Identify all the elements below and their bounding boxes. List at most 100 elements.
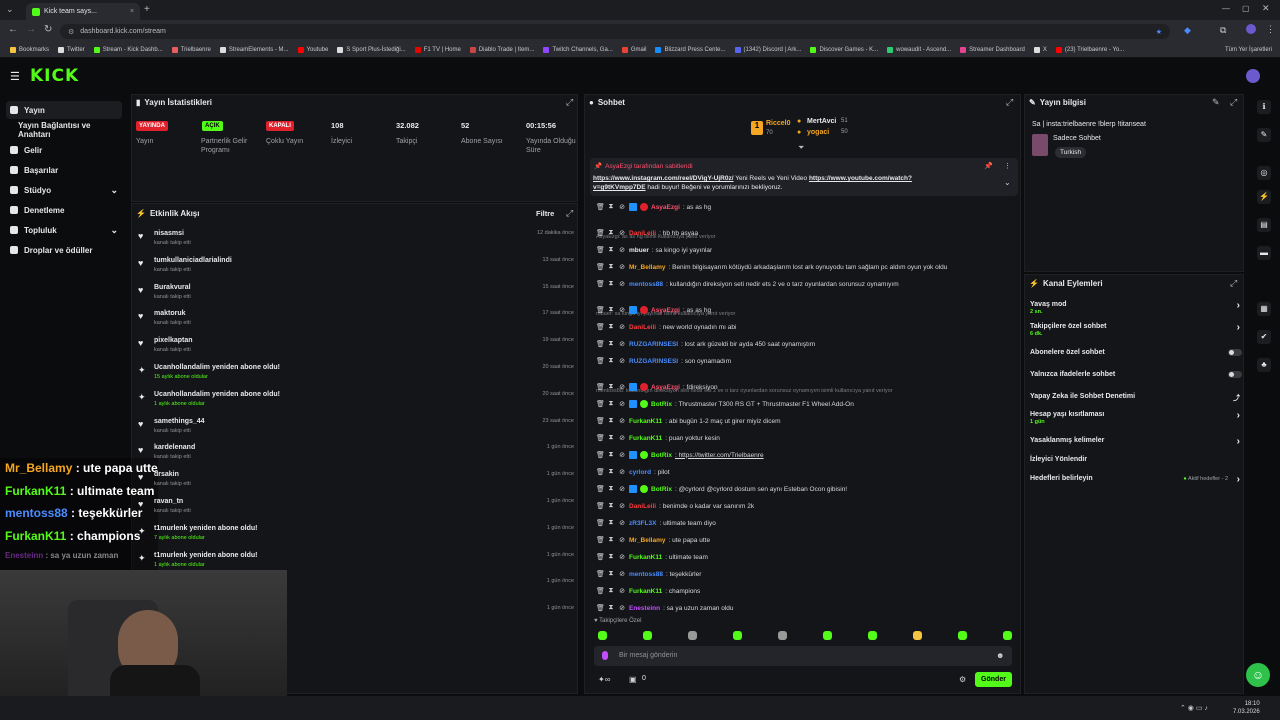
tab-menu-icon[interactable]: ⌄ [6, 4, 14, 15]
chat-username[interactable]: DaniLeili [629, 503, 656, 510]
chat-message[interactable]: 🗑 ⧗ ⊘ AsyaEzgi: as as hg [596, 200, 1016, 214]
timeout-icon[interactable]: ⧗ [607, 485, 615, 493]
chat-message[interactable]: 🗑 ⧗ ⊘ mentoss88: kullandığın direksiyon set… [596, 277, 1016, 291]
ban-icon[interactable]: ⊘ [618, 383, 626, 391]
delete-message-icon[interactable]: 🗑 [596, 357, 605, 365]
sidebar-item[interactable]: Yayın Bağlantısı ve Anahtarı [6, 121, 122, 139]
chat-username[interactable]: AsyaEzgi [651, 307, 680, 314]
delete-message-icon[interactable]: 🗑 [596, 246, 605, 254]
chat-username[interactable]: BotRix [651, 486, 672, 493]
chat-message[interactable]: 🗑 ⧗ ⊘ FurkanK11: ultimate team [596, 550, 1016, 564]
timeout-icon[interactable]: ⧗ [607, 434, 615, 442]
channel-action-row[interactable]: Hesap yaşı kısıtlaması 1 gün › [1030, 410, 1242, 429]
chat-message[interactable]: 🗑 ⧗ ⊘ BotRix: https://twitter.com/Trielbaen… [596, 448, 1016, 462]
chat-message[interactable]: 🗑 ⧗ ⊘ BotRix: Thrustmaster T300 RS GT + Thr… [596, 397, 1016, 411]
grid-icon[interactable]: ▦ [1257, 302, 1271, 316]
chat-message[interactable]: 🗑 ⧗ ⊘ FurkanK11: champions [596, 584, 1016, 598]
chat-username[interactable]: DaniLeili [629, 324, 656, 331]
sidebar-item[interactable]: Başarılar [6, 161, 122, 179]
ban-icon[interactable]: ⊘ [618, 451, 626, 459]
chat-username[interactable]: mentoss88 [629, 571, 663, 578]
hamburger-menu-icon[interactable]: ☰ [10, 70, 20, 83]
ban-icon[interactable]: ⊘ [618, 203, 626, 211]
bookmark-item[interactable]: X [1033, 46, 1047, 53]
bookmark-item[interactable]: Trielbaenre [171, 46, 211, 53]
chat-username[interactable]: FurkanK11 [629, 554, 662, 561]
info-icon[interactable]: ℹ [1257, 100, 1271, 114]
chat-username[interactable]: DaniLeili [629, 230, 656, 237]
reload-icon[interactable]: ↻ [44, 24, 52, 35]
chat-username[interactable]: FurkanK11 [629, 418, 662, 425]
bookmark-item[interactable]: Bookmarks [10, 46, 49, 53]
forward-icon[interactable]: → [26, 24, 36, 35]
delete-message-icon[interactable]: 🗑 [596, 570, 605, 578]
bookmark-item[interactable]: wowaudit - Ascend... [887, 46, 951, 53]
timeout-icon[interactable]: ⧗ [607, 502, 615, 510]
chat-username[interactable]: RUZGARINSESI [629, 358, 678, 365]
ban-icon[interactable]: ⊘ [618, 434, 626, 442]
timeout-icon[interactable]: ⧗ [607, 306, 615, 314]
sidebar-item[interactable]: Yayın [6, 101, 122, 119]
delete-message-icon[interactable]: 🗑 [596, 502, 605, 510]
timeout-icon[interactable]: ⧗ [607, 536, 615, 544]
chat-username[interactable]: Enesteinn [629, 605, 660, 612]
chat-username[interactable]: mentoss88 [629, 281, 663, 288]
chat-username[interactable]: BotRix [651, 401, 672, 408]
timeout-icon[interactable]: ⧗ [607, 340, 615, 348]
chat-message[interactable]: 🗑 ⧗ ⊘ zR3FL3X: ultimate team diyo [596, 516, 1016, 530]
ban-icon[interactable]: ⊘ [618, 417, 626, 425]
sidebar-item[interactable]: Topluluk ⌄ [6, 221, 122, 239]
channel-action-row[interactable]: Takipçilere özel sohbet 6 dk. › [1030, 322, 1242, 341]
timeout-icon[interactable]: ⧗ [607, 203, 615, 211]
delete-message-icon[interactable]: 🗑 [596, 280, 605, 288]
ban-icon[interactable]: ⊘ [618, 357, 626, 365]
unpin-icon[interactable]: 📌 [984, 162, 993, 170]
bookmark-item[interactable]: S Sport Plus-İstediği... [337, 46, 406, 53]
bookmark-item[interactable]: F1 TV | Home [414, 46, 461, 53]
bookmark-item[interactable]: Streamer Dashboard [960, 46, 1025, 53]
emote-icon[interactable] [823, 631, 832, 640]
delete-message-icon[interactable]: 🗑 [596, 468, 605, 476]
channel-action-row[interactable]: Yasaklanmış kelimeler › [1030, 436, 1242, 455]
chat-username[interactable]: AsyaEzgi [651, 204, 680, 211]
pinned-link-instagram[interactable]: https://www.instagram.com/reel/DVigY-UjR… [593, 175, 734, 182]
timeout-icon[interactable]: ⧗ [607, 519, 615, 527]
back-icon[interactable]: ← [8, 24, 18, 35]
pinned-menu-icon[interactable]: ⋮ [1004, 162, 1011, 170]
emote-icon[interactable] [643, 631, 652, 640]
emote-icon[interactable] [598, 631, 607, 640]
extensions-puzzle-icon[interactable]: ⧉ [1220, 25, 1226, 36]
chat-message[interactable]: 🗑 ⧗ ⊘ RUZGARINSESI: lost ark güzeldi bir ay… [596, 337, 1016, 351]
timeout-icon[interactable]: ⧗ [607, 383, 615, 391]
chat-message[interactable]: 🗑 ⧗ ⊘ AsyaEzgi: fdireksiyon [596, 380, 1016, 394]
timeout-icon[interactable]: ⧗ [607, 323, 615, 331]
channel-action-row[interactable]: Yalnızca ifadelerle sohbet [1030, 371, 1242, 389]
ban-icon[interactable]: ⊘ [618, 485, 626, 493]
timeout-icon[interactable]: ⧗ [607, 400, 615, 408]
emote-icon[interactable] [868, 631, 877, 640]
timeout-icon[interactable]: ⧗ [607, 357, 615, 365]
delete-message-icon[interactable]: 🗑 [596, 400, 605, 408]
ban-icon[interactable]: ⊘ [618, 323, 626, 331]
delete-message-icon[interactable]: 🗑 [596, 340, 605, 348]
bookmark-item[interactable]: Diablo Trade | Item... [469, 46, 534, 53]
timeout-icon[interactable]: ⧗ [607, 570, 615, 578]
chat-username[interactable]: Mr_Bellamy [629, 537, 666, 544]
sidebar-item[interactable]: Droplar ve ödüller [6, 241, 122, 259]
ban-icon[interactable]: ⊘ [618, 263, 626, 271]
chat-message[interactable]: 🗑 ⧗ ⊘ AsyaEzgi: as as hg [596, 303, 1016, 317]
bookmark-item[interactable]: Discover Games - K... [810, 46, 878, 53]
close-window-icon[interactable]: ✕ [1262, 3, 1270, 14]
expand-chat-icon[interactable]: ⤢ [1006, 97, 1013, 108]
chat-username[interactable]: Mr_Bellamy [629, 264, 666, 271]
ban-icon[interactable]: ⊘ [618, 536, 626, 544]
delete-message-icon[interactable]: 🗑 [596, 519, 605, 527]
bookmark-item[interactable]: StreamElements - M... [219, 46, 289, 53]
bookmark-item[interactable]: (1342) Discord | Ark... [734, 46, 801, 53]
delete-message-icon[interactable]: 🗑 [596, 417, 605, 425]
delete-message-icon[interactable]: 🗑 [596, 485, 605, 493]
ban-icon[interactable]: ⊘ [618, 604, 626, 612]
toggle-switch[interactable] [1228, 371, 1242, 378]
edit-stream-info-icon[interactable]: ✎ [1212, 97, 1220, 108]
chat-username[interactable]: cyrlord [629, 469, 651, 476]
